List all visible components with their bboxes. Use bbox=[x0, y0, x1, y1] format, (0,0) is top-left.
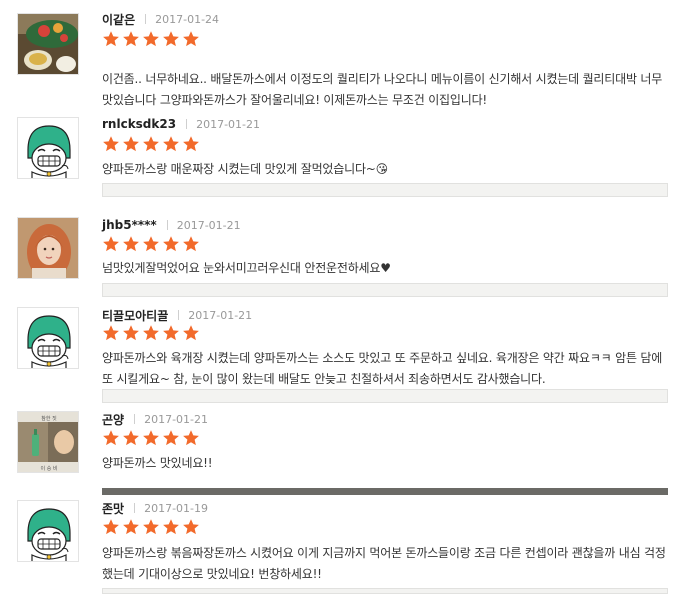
star-icon bbox=[183, 31, 199, 47]
star-rating bbox=[102, 30, 200, 48]
review-date: 2017-01-24 bbox=[155, 12, 220, 26]
review-date: 2017-01-21 bbox=[144, 412, 209, 426]
reviewer-name: 이같은 bbox=[102, 12, 136, 27]
cartoon-character-icon bbox=[18, 501, 78, 561]
review-text: 넘맛있게잘먹었어요 눈와서미끄러우신대 안전운전하세요♥ bbox=[102, 261, 391, 275]
review-photo[interactable] bbox=[102, 488, 668, 495]
star-icon bbox=[123, 136, 139, 152]
star-icon bbox=[123, 519, 139, 535]
star-rating bbox=[102, 235, 200, 253]
review-text: 양파돈까스랑 볶음짜장돈까스 시켰어요 이게 지금까지 먹어본 돈까스들이랑 조… bbox=[102, 546, 666, 581]
reviewer-name: 티끌모아티끌 bbox=[102, 308, 169, 323]
review-date: 2017-01-21 bbox=[188, 308, 253, 322]
drama-still-icon: 참한 짓 이 승 비 bbox=[18, 412, 78, 472]
divider bbox=[134, 503, 136, 513]
reviewer-avatar[interactable] bbox=[17, 13, 79, 75]
food-photo-icon bbox=[18, 14, 78, 74]
reviewer-name: jhb5**** bbox=[102, 218, 157, 232]
star-icon bbox=[143, 236, 159, 252]
reviewer-name: 곤양 bbox=[102, 412, 125, 427]
avatar-caption: 이 승 비 bbox=[41, 465, 58, 472]
star-rating bbox=[102, 135, 200, 153]
divider bbox=[145, 14, 147, 24]
star-icon bbox=[163, 236, 179, 252]
reviewer-avatar[interactable] bbox=[17, 307, 79, 369]
divider bbox=[134, 414, 136, 424]
reviewer-avatar[interactable] bbox=[17, 217, 79, 279]
star-icon bbox=[123, 430, 139, 446]
reviewer-name: rnlcksdk23 bbox=[102, 117, 177, 131]
review-date: 2017-01-19 bbox=[144, 501, 209, 515]
star-icon bbox=[143, 519, 159, 535]
review-photo[interactable] bbox=[102, 389, 668, 403]
review-text: 양파돈까스와 육개장 시켰는데 양파돈까스는 소스도 맛있고 또 주문하고 싶네… bbox=[102, 351, 663, 386]
star-icon bbox=[143, 31, 159, 47]
review-date: 2017-01-21 bbox=[196, 117, 261, 131]
star-rating bbox=[102, 518, 200, 536]
star-icon bbox=[103, 430, 119, 446]
divider bbox=[166, 220, 168, 230]
star-icon bbox=[103, 325, 119, 341]
star-icon bbox=[183, 136, 199, 152]
star-icon bbox=[103, 519, 119, 535]
star-icon bbox=[183, 519, 199, 535]
star-icon bbox=[123, 31, 139, 47]
star-icon bbox=[103, 236, 119, 252]
star-icon bbox=[183, 430, 199, 446]
star-icon bbox=[183, 236, 199, 252]
review-photo[interactable] bbox=[102, 183, 668, 197]
profile-photo-icon bbox=[18, 218, 78, 278]
star-icon bbox=[103, 31, 119, 47]
avatar-caption: 참한 짓 bbox=[41, 415, 57, 422]
reviewer-avatar[interactable] bbox=[17, 500, 79, 562]
star-icon bbox=[143, 430, 159, 446]
star-icon bbox=[103, 136, 119, 152]
star-icon bbox=[123, 325, 139, 341]
star-rating bbox=[102, 324, 200, 342]
review-photo[interactable] bbox=[102, 283, 668, 297]
cartoon-character-icon bbox=[18, 118, 78, 178]
cartoon-character-icon bbox=[18, 308, 78, 368]
star-icon bbox=[183, 325, 199, 341]
star-icon bbox=[123, 236, 139, 252]
reviewer-name: 존맛 bbox=[102, 501, 125, 516]
reviewer-avatar[interactable] bbox=[17, 117, 79, 179]
review-photo[interactable] bbox=[102, 588, 668, 594]
star-rating bbox=[102, 429, 200, 447]
star-icon bbox=[163, 325, 179, 341]
divider bbox=[178, 310, 180, 320]
review-text: 양파돈까스 맛있네요!! bbox=[102, 456, 213, 470]
star-icon bbox=[163, 136, 179, 152]
divider bbox=[186, 119, 188, 129]
review-text: 이건좀.. 너무하네요.. 배달돈까스에서 이정도의 퀄리티가 나오다니 메뉴이… bbox=[102, 72, 663, 107]
star-icon bbox=[163, 430, 179, 446]
star-icon bbox=[163, 519, 179, 535]
reviewer-avatar[interactable]: 참한 짓 이 승 비 bbox=[17, 411, 79, 473]
star-icon bbox=[143, 136, 159, 152]
review-date: 2017-01-21 bbox=[176, 218, 241, 232]
star-icon bbox=[163, 31, 179, 47]
review-text: 양파돈까스랑 매운짜장 시켰는데 맛있게 잘먹었습니다~😘 bbox=[102, 162, 388, 176]
star-icon bbox=[143, 325, 159, 341]
